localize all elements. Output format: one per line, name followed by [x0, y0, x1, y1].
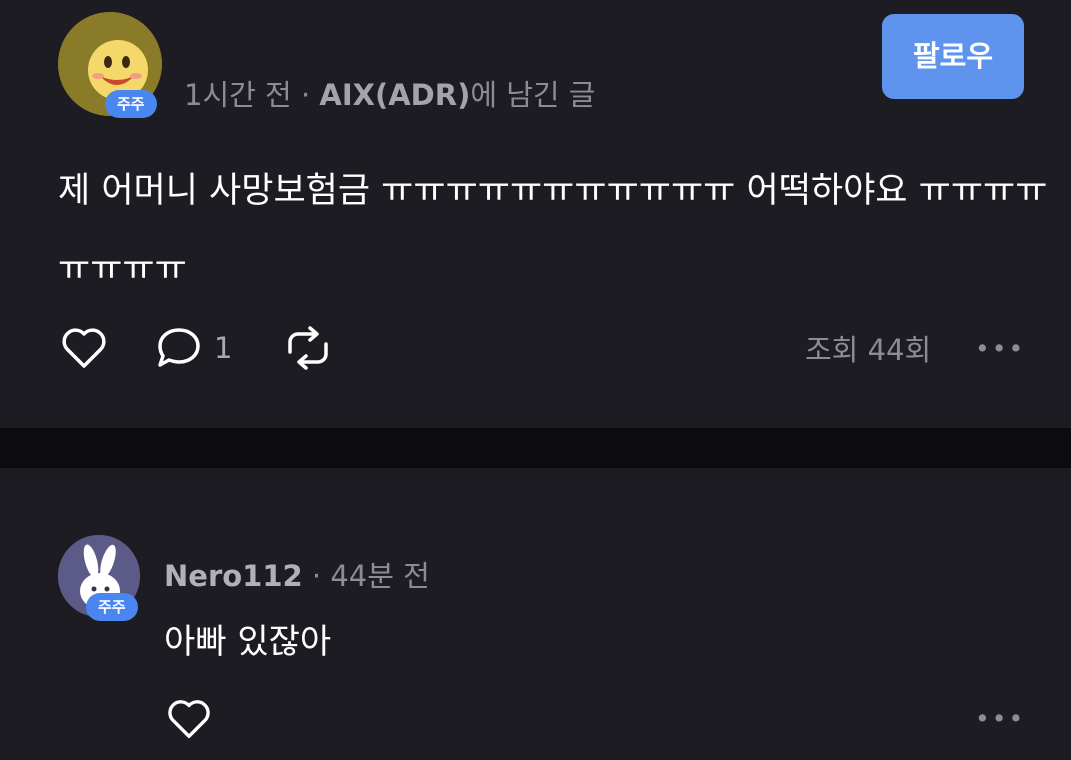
post-card: 주주 1시간 전 · AIX(ADR)에 남긴 글 팔로우 제 어머니 사망보험… — [0, 0, 1071, 428]
comment-author-name[interactable]: Nero112 — [164, 559, 303, 593]
speech-bubble-icon — [158, 328, 200, 367]
post-meta: 1시간 전 · AIX(ADR)에 남긴 글 — [184, 72, 596, 114]
app-screen: 주주 1시간 전 · AIX(ADR)에 남긴 글 팔로우 제 어머니 사망보험… — [0, 0, 1071, 760]
more-dots-icon[interactable]: ••• — [975, 334, 1025, 363]
repost-arrows-icon — [288, 326, 328, 370]
comment-meta: Nero112 · 44분 전 — [164, 553, 430, 595]
post-meta-suffix: 에 남긴 글 — [470, 78, 596, 112]
view-count: 조회 44회 — [805, 333, 932, 367]
post-body-text: 제 어머니 사망보험금 ㅠㅠㅠㅠㅠㅠㅠㅠㅠㅠㅠ 어떡하야요 ㅠㅠㅠㅠㅠㅠㅠㅠ — [58, 171, 1048, 289]
comment-card — [0, 468, 1071, 760]
like-button[interactable] — [58, 322, 110, 374]
repost-button[interactable] — [280, 322, 336, 374]
post-time: 1시간 전 — [184, 78, 292, 112]
comment-time: 44분 전 — [330, 559, 430, 593]
meta-separator: · — [300, 78, 311, 112]
comment-body-text: 아빠 있잖아 — [164, 622, 332, 662]
shareholder-badge: 주주 — [105, 90, 157, 118]
section-divider — [0, 428, 1071, 468]
heart-icon — [62, 328, 106, 368]
comment-button[interactable]: 1 — [154, 322, 232, 374]
meta-separator: · — [311, 559, 322, 593]
stock-link[interactable]: AIX(ADR) — [319, 78, 470, 112]
follow-button[interactable]: 팔로우 — [882, 14, 1024, 99]
heart-icon — [168, 700, 210, 738]
shareholder-badge: 주주 — [86, 593, 138, 621]
comment-like-button[interactable] — [164, 694, 214, 744]
comment-count: 1 — [214, 331, 233, 365]
more-dots-icon[interactable]: ••• — [975, 704, 1025, 733]
